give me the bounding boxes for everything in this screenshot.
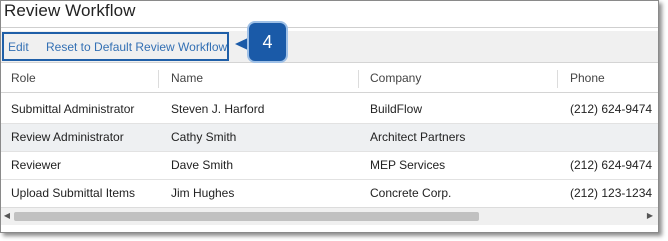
- column-divider[interactable]: [158, 70, 159, 88]
- arrow-left-icon[interactable]: ◀: [2, 211, 12, 221]
- cell-company: BuildFlow: [370, 102, 423, 116]
- cell-role: Upload Submittal Items: [11, 186, 136, 200]
- callout-pointer: [235, 37, 250, 51]
- table-row[interactable]: Reviewer Dave Smith MEP Services (212) 6…: [1, 152, 658, 180]
- column-divider[interactable]: [358, 70, 359, 88]
- cell-name: Jim Hughes: [171, 186, 235, 200]
- cell-phone: (212) 624-9474: [570, 102, 653, 116]
- table-row[interactable]: Upload Submittal Items Jim Hughes Concre…: [1, 180, 658, 208]
- column-header-role[interactable]: Role: [1, 64, 158, 92]
- reset-workflow-link[interactable]: Reset to Default Review Workflow: [46, 40, 227, 54]
- table-row[interactable]: Review Administrator Cathy Smith Archite…: [1, 124, 658, 152]
- column-header-company[interactable]: Company: [360, 64, 557, 92]
- grid-header: Role Name Company Phone: [1, 64, 658, 93]
- edit-link[interactable]: Edit: [8, 40, 29, 54]
- cell-role: Submittal Administrator: [11, 102, 135, 116]
- column-header-phone[interactable]: Phone: [560, 64, 658, 92]
- title-divider: [1, 27, 658, 28]
- cell-role: Reviewer: [11, 158, 62, 172]
- step-callout-badge: 4: [249, 23, 286, 61]
- column-divider[interactable]: [557, 70, 558, 88]
- scrollbar-thumb[interactable]: [14, 212, 479, 221]
- cell-phone: (212) 123-1234: [570, 186, 653, 200]
- cell-phone: (212) 624-9474: [570, 158, 653, 172]
- cell-company: Architect Partners: [370, 130, 466, 144]
- cell-phone: [560, 124, 570, 151]
- cell-company: MEP Services: [370, 158, 446, 172]
- cell-name: Steven J. Harford: [171, 102, 265, 116]
- review-workflow-panel: Review Workflow Edit Reset to Default Re…: [0, 0, 659, 233]
- horizontal-scrollbar[interactable]: ◀ ▶: [1, 207, 658, 225]
- cell-name: Dave Smith: [171, 158, 234, 172]
- panel-footer-space: [1, 225, 658, 232]
- arrow-right-icon[interactable]: ▶: [645, 211, 655, 221]
- panel-title: Review Workflow: [4, 1, 136, 20]
- column-header-name[interactable]: Name: [161, 64, 358, 92]
- cell-name: Cathy Smith: [171, 130, 237, 144]
- cell-company: Concrete Corp.: [370, 186, 452, 200]
- table-row[interactable]: Submittal Administrator Steven J. Harfor…: [1, 96, 658, 124]
- cell-role: Review Administrator: [11, 130, 124, 144]
